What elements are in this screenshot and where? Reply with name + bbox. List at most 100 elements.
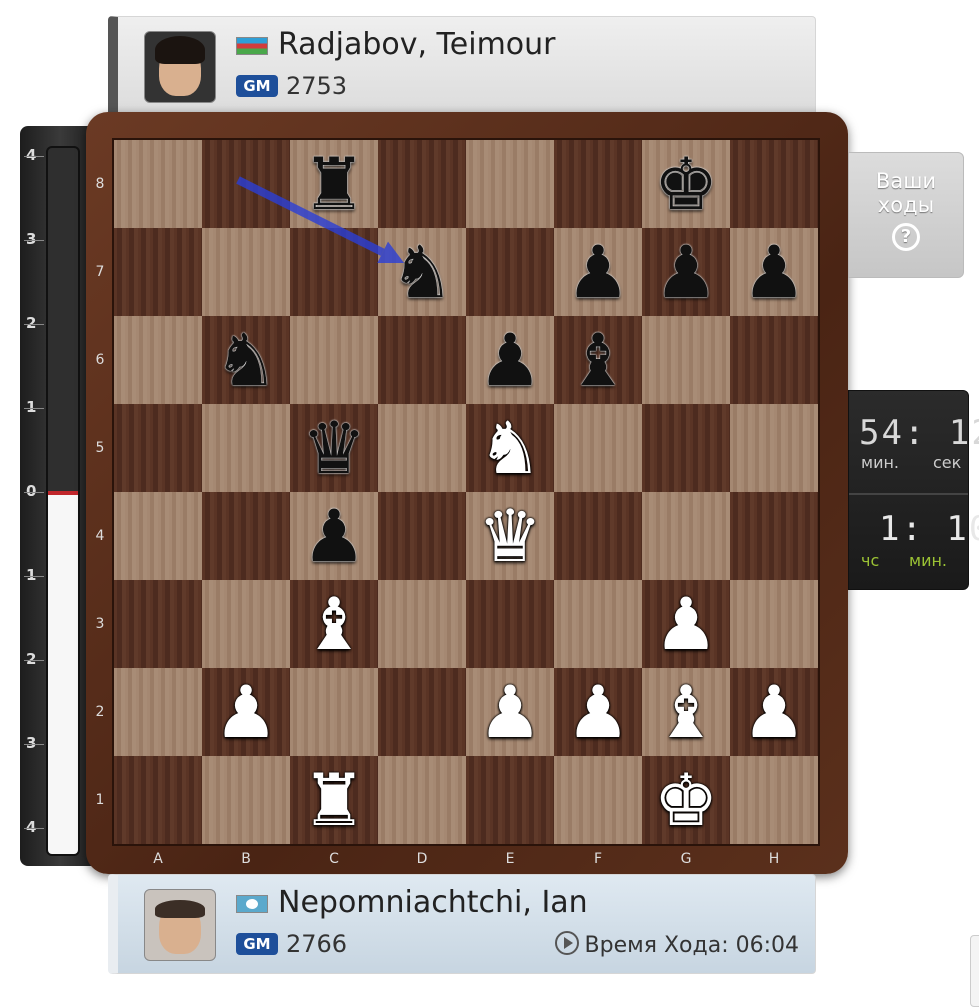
square-a5[interactable] (114, 404, 202, 492)
square-f1[interactable] (554, 756, 642, 844)
square-a6[interactable] (114, 316, 202, 404)
square-b3[interactable] (202, 580, 290, 668)
square-e1[interactable] (466, 756, 554, 844)
black-king-icon[interactable]: ♚ (654, 148, 719, 220)
square-h3[interactable] (730, 580, 818, 668)
square-d3[interactable] (378, 580, 466, 668)
black-pawn-icon[interactable]: ♟ (302, 500, 367, 572)
clock-top-unit-seconds: сек (933, 453, 962, 472)
square-g7[interactable]: ♟ (642, 228, 730, 316)
square-c7[interactable] (290, 228, 378, 316)
black-pawn-icon[interactable]: ♟ (654, 236, 719, 308)
square-a1[interactable] (114, 756, 202, 844)
square-f2[interactable]: ♟ (554, 668, 642, 756)
square-g6[interactable] (642, 316, 730, 404)
square-g4[interactable] (642, 492, 730, 580)
square-d2[interactable] (378, 668, 466, 756)
square-h8[interactable] (730, 140, 818, 228)
square-c6[interactable] (290, 316, 378, 404)
white-queen-icon[interactable]: ♛ (478, 500, 543, 572)
bottom-player-panel: Nepomniachtchi, Ian GM 2766 Время Хода: … (108, 874, 816, 974)
white-king-icon[interactable]: ♚ (654, 764, 719, 836)
square-d4[interactable] (378, 492, 466, 580)
square-h1[interactable] (730, 756, 818, 844)
black-rook-icon[interactable]: ♜ (302, 148, 367, 220)
white-bishop-icon[interactable]: ♝ (302, 588, 367, 660)
square-h5[interactable] (730, 404, 818, 492)
square-b4[interactable] (202, 492, 290, 580)
white-bishop-icon[interactable]: ♝ (654, 676, 719, 748)
white-pawn-icon[interactable]: ♟ (654, 588, 719, 660)
square-f3[interactable] (554, 580, 642, 668)
square-b8[interactable] (202, 140, 290, 228)
clock-bottom-unit-hours: чс (861, 551, 880, 570)
white-knight-icon[interactable]: ♞ (478, 412, 543, 484)
square-g3[interactable]: ♟ (642, 580, 730, 668)
square-e2[interactable]: ♟ (466, 668, 554, 756)
white-pawn-icon[interactable]: ♟ (566, 676, 631, 748)
chess-board[interactable]: ♜ ♚ ♞ ♟ ♟ ♟ ♞ ♟ ♝ ♛ ♞ ♟ ♛ ♝ ♟ ♟ ♟ ♟ ♝ ♟ ♜ ♚ (114, 140, 818, 844)
your-moves-label-1: Ваши (875, 169, 937, 193)
square-c8[interactable]: ♜ (290, 140, 378, 228)
black-bishop-icon[interactable]: ♝ (566, 324, 631, 396)
square-b2[interactable]: ♟ (202, 668, 290, 756)
square-d6[interactable] (378, 316, 466, 404)
square-c1[interactable]: ♜ (290, 756, 378, 844)
eval-scale-label: 1 (26, 566, 37, 584)
square-e5[interactable]: ♞ (466, 404, 554, 492)
your-moves-button[interactable]: Ваши ходы ? (848, 152, 964, 278)
square-b1[interactable] (202, 756, 290, 844)
square-h4[interactable] (730, 492, 818, 580)
square-f6[interactable]: ♝ (554, 316, 642, 404)
square-d8[interactable] (378, 140, 466, 228)
square-f5[interactable] (554, 404, 642, 492)
square-c2[interactable] (290, 668, 378, 756)
square-c3[interactable]: ♝ (290, 580, 378, 668)
black-pawn-icon[interactable]: ♟ (566, 236, 631, 308)
bottom-player-name[interactable]: Nepomniachtchi, Ian (278, 885, 588, 920)
file-label: F (593, 851, 603, 867)
square-e4[interactable]: ♛ (466, 492, 554, 580)
top-player-title-badge: GM (236, 75, 278, 97)
square-e7[interactable] (466, 228, 554, 316)
square-a8[interactable] (114, 140, 202, 228)
square-b5[interactable] (202, 404, 290, 492)
square-h7[interactable]: ♟ (730, 228, 818, 316)
square-g2[interactable]: ♝ (642, 668, 730, 756)
square-g1[interactable]: ♚ (642, 756, 730, 844)
square-a4[interactable] (114, 492, 202, 580)
square-d5[interactable] (378, 404, 466, 492)
square-f4[interactable] (554, 492, 642, 580)
white-rook-icon[interactable]: ♜ (302, 764, 367, 836)
square-e3[interactable] (466, 580, 554, 668)
your-moves-label-2: ходы (877, 193, 935, 217)
black-queen-icon[interactable]: ♛ (302, 412, 367, 484)
square-a3[interactable] (114, 580, 202, 668)
square-g8[interactable]: ♚ (642, 140, 730, 228)
square-c5[interactable]: ♛ (290, 404, 378, 492)
square-g5[interactable] (642, 404, 730, 492)
help-icon[interactable]: ? (892, 223, 920, 251)
white-pawn-icon[interactable]: ♟ (742, 676, 807, 748)
black-knight-icon[interactable]: ♞ (390, 236, 455, 308)
square-d1[interactable] (378, 756, 466, 844)
bottom-player-title-badge: GM (236, 933, 278, 955)
square-e6[interactable]: ♟ (466, 316, 554, 404)
square-h6[interactable] (730, 316, 818, 404)
square-c4[interactable]: ♟ (290, 492, 378, 580)
square-d7[interactable]: ♞ (378, 228, 466, 316)
top-player-name[interactable]: Radjabov, Teimour (278, 27, 556, 62)
black-pawn-icon[interactable]: ♟ (742, 236, 807, 308)
square-f7[interactable]: ♟ (554, 228, 642, 316)
square-h2[interactable]: ♟ (730, 668, 818, 756)
square-b6[interactable]: ♞ (202, 316, 290, 404)
black-knight-icon[interactable]: ♞ (214, 324, 279, 396)
white-pawn-icon[interactable]: ♟ (478, 676, 543, 748)
white-pawn-icon[interactable]: ♟ (214, 676, 279, 748)
square-b7[interactable] (202, 228, 290, 316)
square-e8[interactable] (466, 140, 554, 228)
square-a2[interactable] (114, 668, 202, 756)
black-pawn-icon[interactable]: ♟ (478, 324, 543, 396)
square-a7[interactable] (114, 228, 202, 316)
square-f8[interactable] (554, 140, 642, 228)
